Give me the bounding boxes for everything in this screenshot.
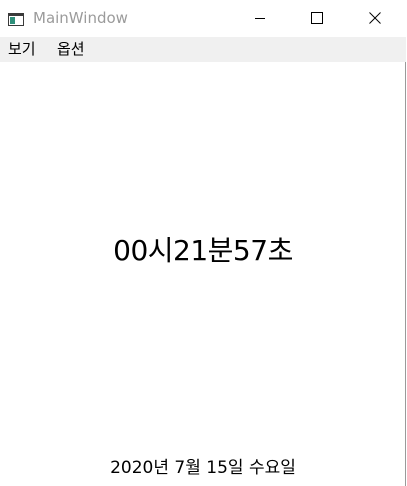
main-window: MainWindow 보기 옵션 00시21분57초 2020년 7월 15일 …	[0, 0, 406, 486]
menu-item-options[interactable]: 옵션	[57, 40, 85, 59]
clock-date: 2020년 7월 15일 수요일	[110, 458, 296, 478]
clock-time: 00시21분57초	[113, 234, 293, 267]
title-bar[interactable]: MainWindow	[0, 0, 406, 37]
app-window-icon	[8, 11, 24, 26]
maximize-button[interactable]	[294, 0, 340, 36]
menu-bar: 보기 옵션	[0, 37, 406, 62]
maximize-icon	[311, 9, 323, 28]
close-icon	[369, 9, 381, 28]
minimize-button[interactable]	[237, 0, 283, 36]
window-title: MainWindow	[33, 9, 128, 27]
menu-item-view[interactable]: 보기	[8, 40, 36, 59]
minimize-icon	[254, 9, 266, 28]
close-button[interactable]	[352, 0, 398, 36]
